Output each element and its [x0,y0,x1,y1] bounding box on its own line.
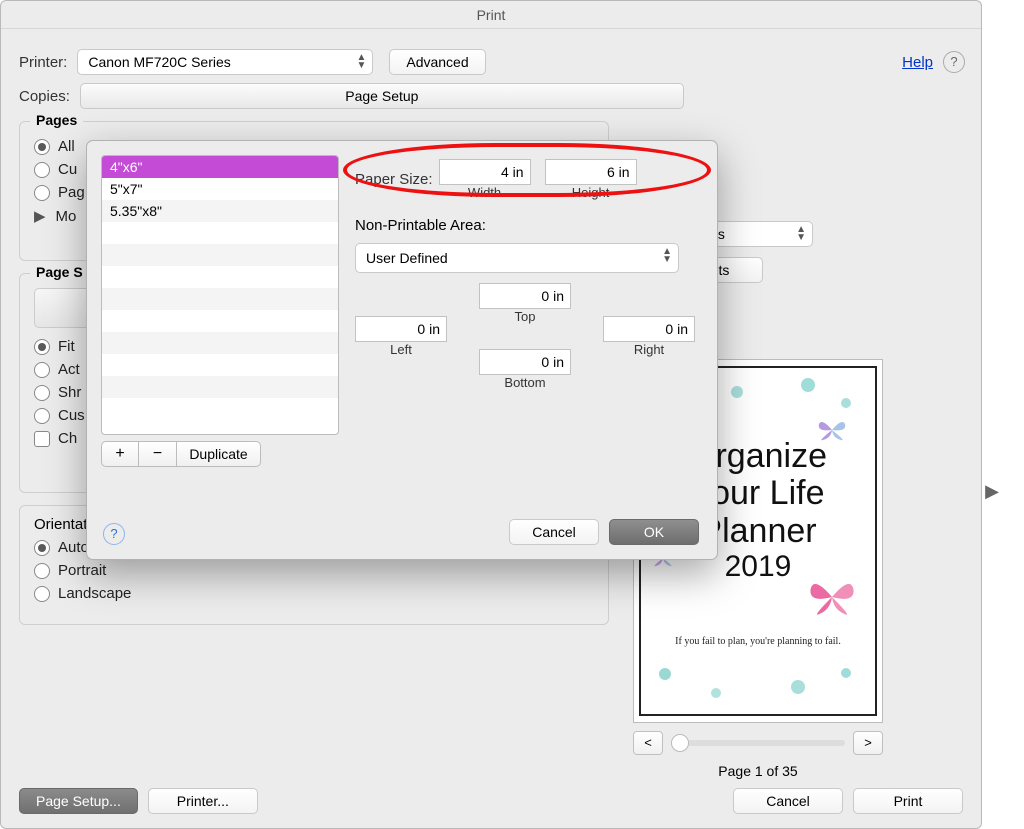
margin-right-label: Right [603,342,695,357]
margin-left-label: Left [355,342,447,357]
help-link[interactable]: Help [902,54,933,71]
print-button[interactable]: Print [853,788,963,814]
height-field[interactable] [545,159,637,185]
chevron-right-icon[interactable]: ▶ [985,481,999,502]
preview-prev-button[interactable]: < [633,731,663,755]
height-label: Height [572,185,610,200]
margin-top-field[interactable] [479,283,571,309]
margin-right-field[interactable] [603,316,695,342]
printer-select[interactable]: Canon MF720C Series ▲▼ [77,49,373,75]
page-indicator: Page 1 of 35 [633,763,883,779]
printer-label: Printer: [19,54,67,71]
window-title: Print [1,1,981,29]
list-item[interactable]: 4"x6" [102,156,338,178]
dialog-ok-button[interactable]: OK [609,519,699,545]
help-icon[interactable]: ? [943,51,965,73]
paper-size-label: Paper Size: [355,171,433,188]
dialog-cancel-button[interactable]: Cancel [509,519,599,545]
advanced-button[interactable]: Advanced [389,49,485,75]
printer-value: Canon MF720C Series [88,54,230,70]
list-item[interactable]: 5"x7" [102,178,338,200]
margin-left-field[interactable] [355,316,447,342]
width-field[interactable] [439,159,531,185]
orientation-landscape-radio[interactable]: Landscape [34,585,594,602]
add-size-button[interactable]: + [101,441,139,467]
dialog-help-icon[interactable]: ? [103,523,125,545]
remove-size-button[interactable]: − [139,441,177,467]
page-sizing-title: Page S [30,264,89,280]
updown-icon: ▲▼ [796,226,806,242]
margin-top-label: Top [479,309,571,324]
copies-label: Copies: [19,88,70,105]
list-item[interactable]: 5.35"x8" [102,200,338,222]
page-setup-dialog: 4"x6" 5"x7" 5.35"x8" + − Duplicate Paper… [86,140,718,560]
cancel-button[interactable]: Cancel [733,788,843,814]
page-setup-segment[interactable]: Page Setup [80,83,684,109]
updown-icon: ▲▼ [356,54,366,70]
printer-button[interactable]: Printer... [148,788,258,814]
updown-icon: ▲▼ [662,248,672,264]
size-tab[interactable] [34,288,94,328]
non-printable-select[interactable]: User Defined ▲▼ [355,243,679,273]
page-setup-button[interactable]: Page Setup... [19,788,138,814]
paper-size-list[interactable]: 4"x6" 5"x7" 5.35"x8" [101,155,339,435]
width-label: Width [468,185,501,200]
preview-tagline: If you fail to plan, you're planning to … [647,636,869,647]
margin-bottom-field[interactable] [479,349,571,375]
pages-group-title: Pages [30,112,83,128]
non-printable-label: Non-Printable Area: [355,217,486,234]
preview-next-button[interactable]: > [853,731,883,755]
preview-slider[interactable] [671,740,845,746]
duplicate-size-button[interactable]: Duplicate [177,441,261,467]
margin-bottom-label: Bottom [479,375,571,390]
chevron-right-icon: ▶ [34,207,46,225]
orientation-portrait-radio[interactable]: Portrait [34,562,594,579]
